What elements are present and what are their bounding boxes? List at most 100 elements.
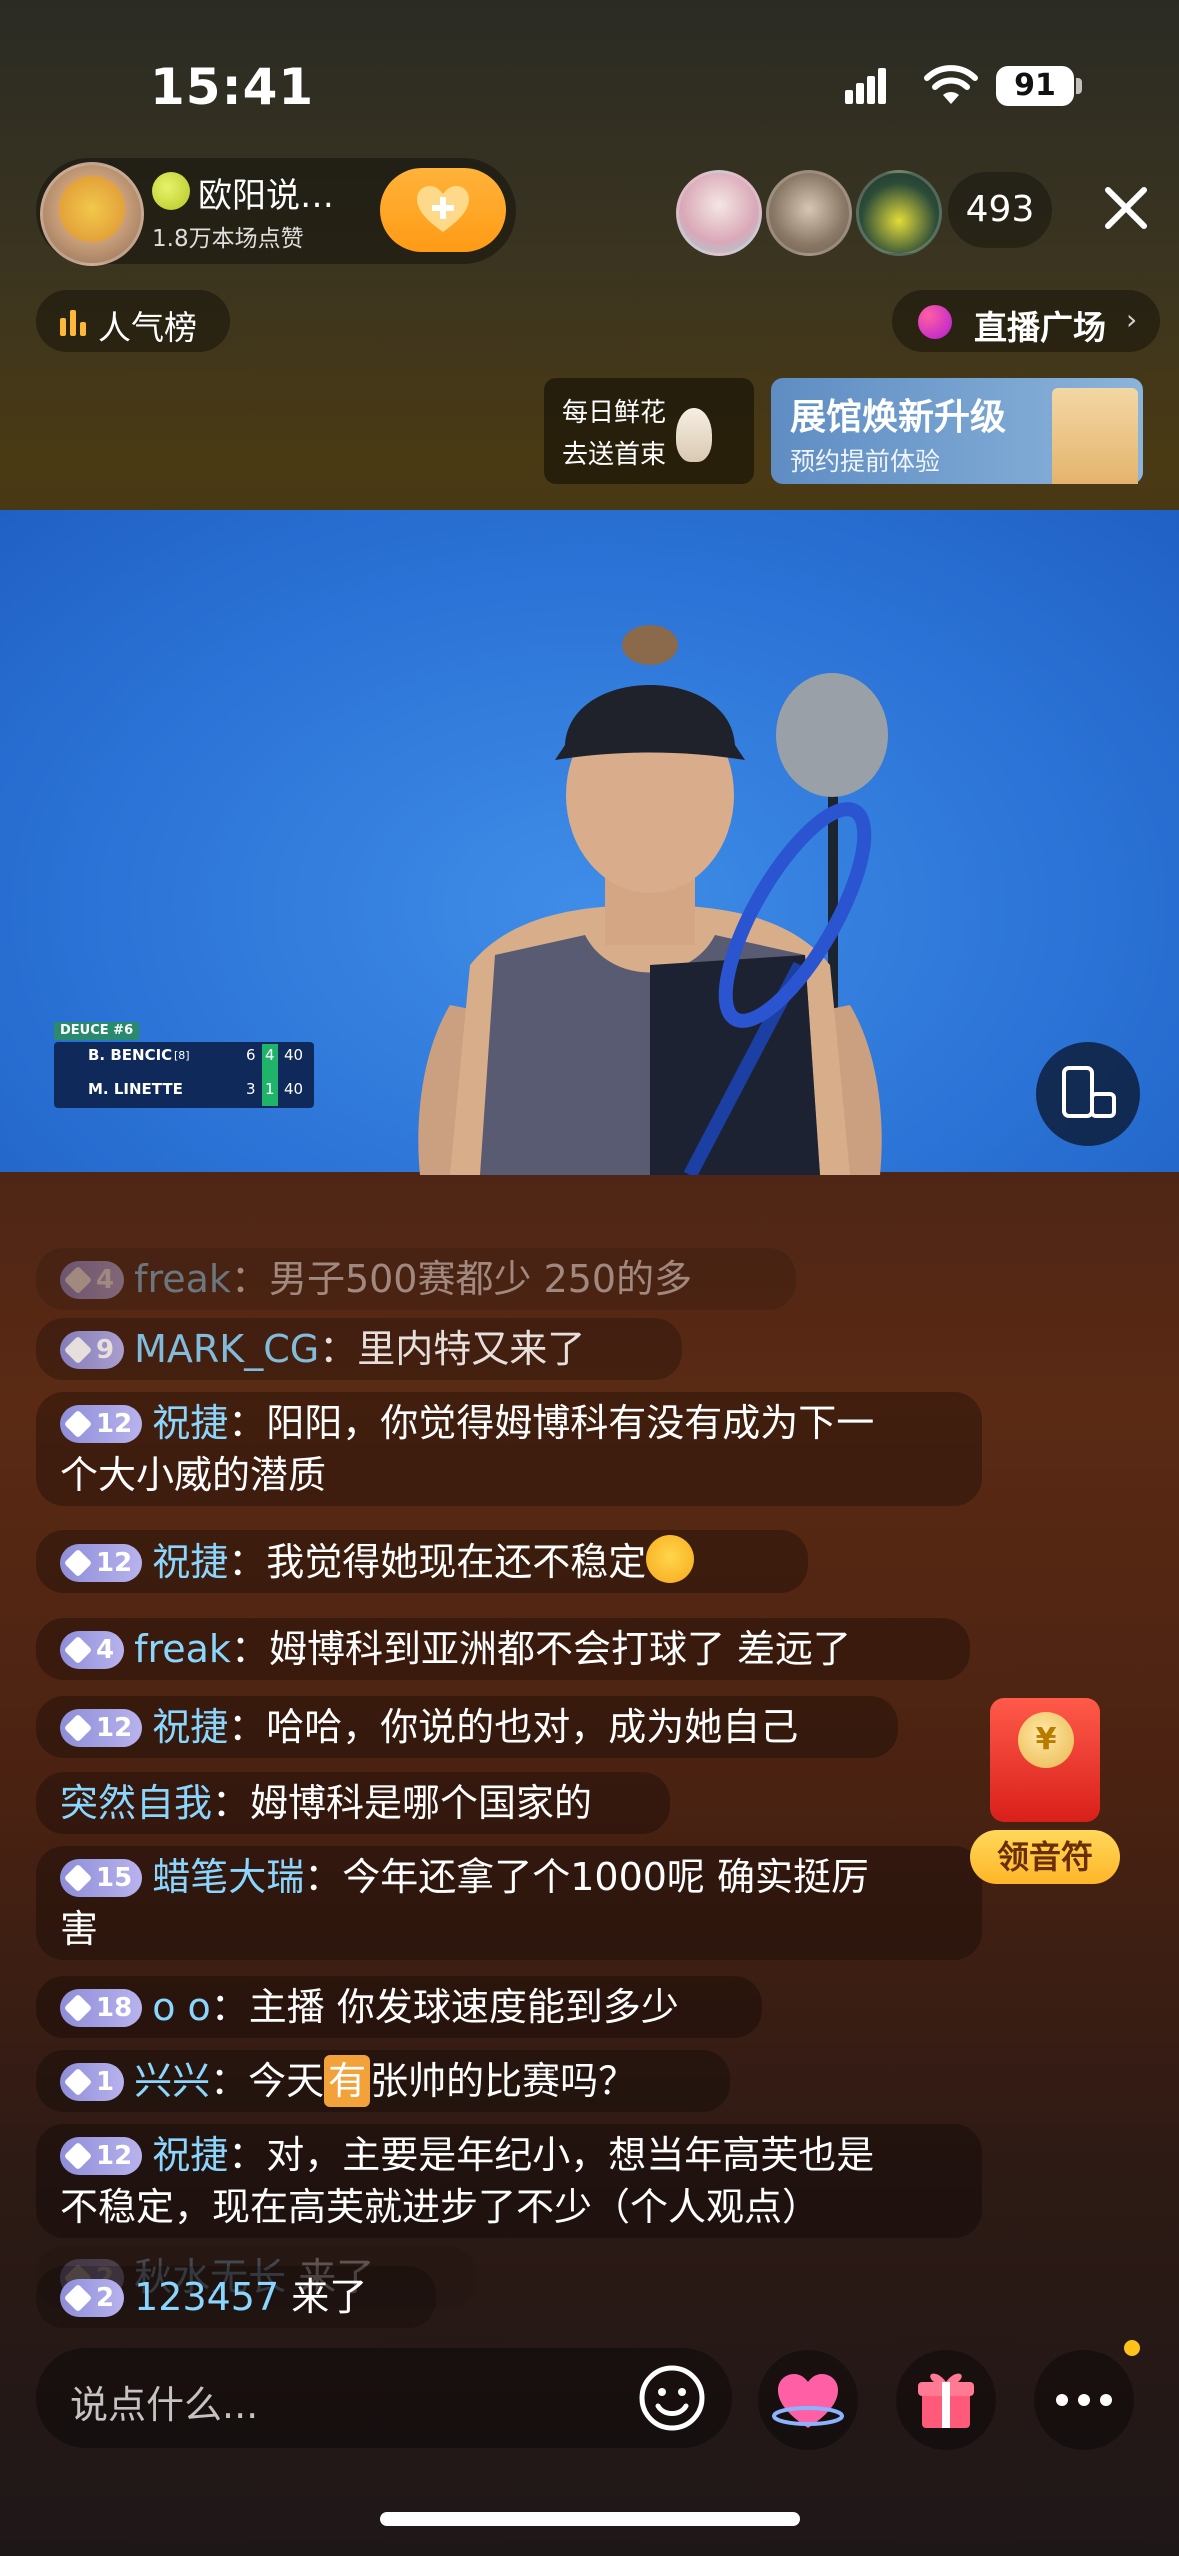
level-badge: 2 [60,2279,125,2317]
chat-text: 男子500赛都少 250的多 [268,1257,693,1301]
follow-button[interactable] [380,168,506,252]
rotate-phone-icon [1062,1066,1116,1118]
home-indicator[interactable] [380,2512,800,2526]
level-badge: 15 [60,1859,143,1897]
viewer-avatar[interactable] [766,170,852,256]
chat-username: 祝捷 [152,1401,229,1445]
gift-icon [918,2373,974,2428]
score-set1-p1: 6 [246,1046,256,1064]
host-likes: 1.8万本场点赞 [152,226,304,252]
heart-plus-icon [417,186,469,232]
chat-message[interactable]: 1 兴兴：今天有张帅的比赛吗？ [36,2050,730,2112]
score-player-1: B. BENCIC [88,1046,173,1064]
chat-username: 蜡笔大瑞 [152,1855,305,1899]
chat-username: 兴兴 [134,2059,211,2103]
level-badge: 1 [60,2063,125,2101]
chat-message[interactable]: 9 MARK_CG：里内特又来了 [36,1318,682,1380]
score-seed-1: [8] [174,1049,190,1062]
chat-highlight-tag: 有 [324,2055,371,2107]
expo-subtitle: 预约提前体验 [790,447,941,476]
level-badge: 4 [60,1261,125,1299]
viewer-avatar[interactable] [676,170,762,256]
level-badge: 12 [60,1544,143,1582]
emoji-icon[interactable] [636,2362,708,2434]
heart-icon [772,2374,844,2428]
building-icon [1052,388,1138,484]
chat-message[interactable]: 2 123457 来了 [36,2266,436,2328]
status-time: 15:41 [150,58,315,116]
score-set2-p1: 4 [265,1046,275,1064]
notification-dot [1124,2340,1140,2356]
chat-message[interactable]: 4 freak：男子500赛都少 250的多 [36,1248,796,1310]
chat-username: 祝捷 [152,2133,229,2177]
chat-username: 祝捷 [152,1540,229,1584]
scoreboard-header: DEUCE #6 [54,1022,140,1040]
popularity-rank-label: 人气榜 [98,308,197,347]
chat-text: 我觉得她现在还不稳定 [266,1540,647,1584]
rotate-screen-button[interactable] [1036,1042,1140,1146]
host-avatar[interactable] [40,162,144,266]
chat-message[interactable]: 12 祝捷：哈哈，你说的也对，成为她自己 [36,1696,898,1758]
viewer-avatar[interactable] [856,170,942,256]
chat-username: freak [134,1627,231,1671]
cellular-signal-icon [845,68,886,104]
scoreboard: DEUCE #6 B. BENCIC [8] 6 4 40 M. LINETTE… [54,1022,314,1110]
chat-message[interactable]: 12 祝捷：我觉得她现在还不稳定 [36,1530,808,1593]
chat-text: 今天 [248,2059,325,2103]
expo-title: 展馆焕新升级 [790,397,1007,438]
chat-text: 对，主要是年纪小，想当年高芙也是 [266,2133,875,2177]
level-badge: 18 [60,1989,143,2027]
chat-username: freak [134,1257,231,1301]
chat-text: 姆博科到亚洲都不会打球了 差远了 [268,1627,852,1671]
close-icon[interactable] [1100,182,1152,234]
chat-text-cont: 个大小威的潜质 [60,1453,327,1497]
chat-message[interactable]: 12 祝捷：阳阳，你觉得姆博科有没有成为下一 个大小威的潜质 [36,1392,982,1506]
score-set2-p2: 1 [265,1080,275,1098]
level-badge: 4 [60,1631,125,1669]
bar-chart-icon [60,310,86,336]
more-dots-icon [1056,2394,1112,2406]
vase-icon [676,408,712,462]
chat-message[interactable]: 突然自我：姆博科是哪个国家的 [36,1772,670,1834]
level-badge: 12 [60,1709,143,1747]
more-button[interactable] [1034,2350,1134,2450]
chat-text: 里内特又来了 [357,1327,586,1371]
tennis-ball-icon [152,172,190,210]
chat-text: 今年还拿了个1000呢 确实挺厉 [342,1855,870,1899]
coin-icon: ¥ [1018,1712,1074,1768]
wifi-icon [924,65,978,104]
battery-indicator: 91 [996,66,1074,106]
chat-text-cont: 不稳定，现在高芙就进步了不少（个人观点） [60,2185,821,2229]
like-button[interactable] [758,2350,858,2450]
level-badge: 9 [60,1331,125,1369]
chat-text: 张帅的比赛吗？ [370,2059,637,2103]
score-pts-p2: 40 [284,1080,304,1098]
battery-tip [1076,78,1082,94]
tennis-player-image [418,625,888,1175]
chat-username: MARK_CG [134,1327,320,1371]
plaza-icon [918,305,952,339]
chat-message[interactable]: 18 o o：主播 你发球速度能到多少 [36,1976,762,2038]
laughing-emoji-icon [646,1535,695,1583]
chat-text: 姆博科是哪个国家的 [250,1781,593,1825]
chat-message[interactable]: 15 蜡笔大瑞：今年还拿了个1000呢 确实挺厉害 [36,1846,982,1960]
score-pts-p1: 40 [284,1046,304,1064]
red-packet-label[interactable]: 领音符 [970,1830,1120,1884]
chat-message[interactable]: 12 祝捷：对，主要是年纪小，想当年高芙也是 不稳定，现在高芙就进步了不少（个人观点… [36,2124,982,2238]
viewer-count[interactable]: 493 [948,172,1052,248]
flower-text-1: 每日鲜花 [562,398,667,428]
level-badge: 12 [60,2137,143,2175]
score-set1-p2: 3 [246,1080,256,1098]
live-plaza-label: 直播广场 [974,308,1106,347]
chat-text: 哈哈，你说的也对，成为她自己 [266,1705,799,1749]
chat-text-cont: 害 [60,1907,99,1951]
flower-text-2: 去送首束 [562,440,667,470]
chat-username: 123457 [134,2275,280,2319]
score-player-2: M. LINETTE [88,1080,183,1098]
chat-text: 来了 [291,2275,368,2319]
chat-message[interactable]: 4 freak：姆博科到亚洲都不会打球了 差远了 [36,1618,970,1680]
chat-username: o o [152,1985,211,2029]
chat-text: 主播 你发球速度能到多少 [248,1985,679,2029]
gift-button[interactable] [896,2350,996,2450]
chat-input-placeholder: 说点什么... [70,2383,259,2427]
